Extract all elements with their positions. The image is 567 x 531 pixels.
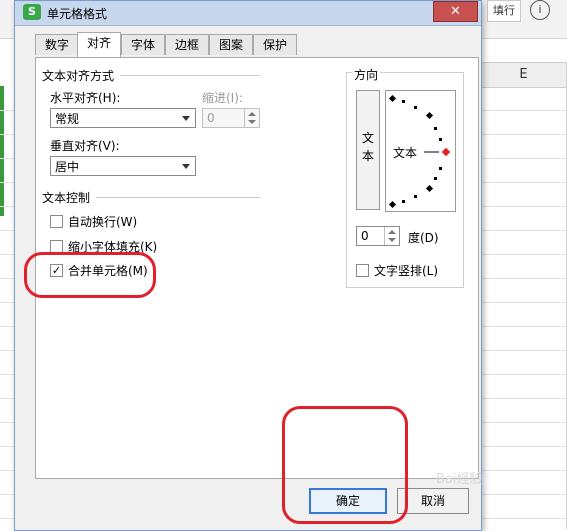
text-alignment-group-title: 文本对齐方式 <box>42 69 115 83</box>
highlight-circle-ok <box>282 406 408 524</box>
tab-font[interactable]: 字体 <box>121 34 165 55</box>
tab-pattern[interactable]: 图案 <box>209 34 253 55</box>
orientation-group-title: 方向 <box>352 66 381 83</box>
tab-protection[interactable]: 保护 <box>253 34 297 55</box>
vertical-text-char: 文 <box>361 131 374 145</box>
vertical-stack-label[interactable]: 文字竖排(L) <box>374 262 438 279</box>
stepper-buttons[interactable] <box>384 227 399 245</box>
group-divider <box>96 197 260 198</box>
wrap-text-label[interactable]: 自动换行(W) <box>68 213 137 230</box>
horizontal-align-value: 常规 <box>55 112 80 126</box>
vertical-align-label: 垂直对齐(V): <box>50 139 120 153</box>
wrap-text-checkbox[interactable] <box>50 215 63 228</box>
degrees-value: 0 <box>361 229 369 243</box>
info-icon[interactable]: i <box>530 0 550 20</box>
stepper-buttons[interactable] <box>244 109 259 127</box>
arrow-down-icon <box>248 120 256 124</box>
chevron-down-icon <box>182 116 190 121</box>
vertical-text-button[interactable]: 文 本 <box>356 90 380 210</box>
vertical-align-select[interactable]: 居中 <box>50 156 196 176</box>
vertical-text-char: 本 <box>361 149 374 163</box>
indent-stepper[interactable]: 0 <box>202 108 260 128</box>
vertical-stack-checkbox[interactable] <box>356 264 369 277</box>
tab-alignment[interactable]: 对齐 <box>77 32 121 57</box>
orientation-dial[interactable]: 文本 <box>385 90 456 212</box>
column-header-e[interactable]: E <box>480 62 567 88</box>
wps-spreadsheet-icon: S <box>23 4 41 20</box>
toolbar-button[interactable]: 填行 <box>487 0 521 22</box>
arrow-down-icon <box>388 238 396 242</box>
group-divider <box>120 75 260 76</box>
orientation-dial-text: 文本 <box>393 146 418 160</box>
indent-label: 缩进(I): <box>202 91 243 105</box>
arrow-up-icon <box>388 230 396 234</box>
watermark: Bai經驗 <box>436 472 483 487</box>
dialog-title: 单元格格式 <box>47 7 108 21</box>
indent-value: 0 <box>207 111 215 125</box>
horizontal-align-select[interactable]: 常规 <box>50 108 196 128</box>
tab-number[interactable]: 数字 <box>35 34 79 55</box>
horizontal-align-label: 水平对齐(H): <box>50 91 121 105</box>
close-button[interactable]: ✕ <box>433 1 478 22</box>
text-control-group-title: 文本控制 <box>42 191 91 205</box>
highlight-circle-merge <box>24 252 156 298</box>
tab-border[interactable]: 边框 <box>165 34 209 55</box>
arrow-up-icon <box>248 112 256 116</box>
vertical-align-value: 居中 <box>55 160 80 174</box>
chevron-down-icon <box>182 164 190 169</box>
dialog-titlebar[interactable]: S 单元格格式 ✕ <box>15 1 481 26</box>
selection-indicator <box>0 86 4 216</box>
degrees-stepper[interactable]: 0 <box>356 226 400 246</box>
degrees-label: 度(D) <box>408 231 439 245</box>
